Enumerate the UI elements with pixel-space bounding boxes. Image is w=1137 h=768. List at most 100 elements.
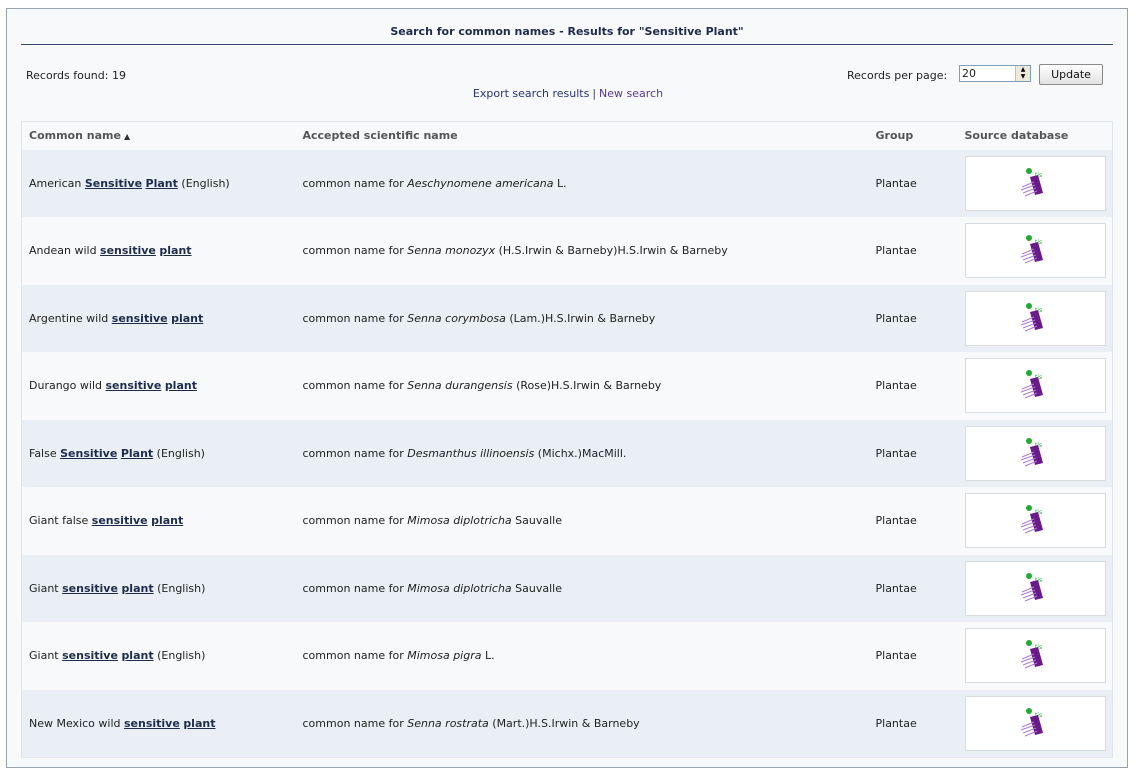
highlight-link-sensitive[interactable]: sensitive	[105, 379, 161, 392]
scientific-name-cell: common name for Desmanthus illinoensis (…	[295, 419, 869, 487]
scientific-name-cell: common name for Mimosa pigra L.	[295, 622, 869, 690]
source-database-logo[interactable]: tis	[964, 493, 1106, 549]
itis-logo-icon: tis	[1018, 165, 1052, 202]
source-database-logo[interactable]: tis	[964, 290, 1106, 346]
column-header-source-database: Source database	[957, 121, 1113, 150]
table-row: Andean wild sensitive plant common name f…	[21, 217, 1113, 285]
source-database-logo[interactable]: tis	[964, 628, 1106, 684]
page-title: Search for common names - Results for "S…	[21, 23, 1113, 45]
scientific-name-binomial: Aeschynomene americana	[407, 176, 554, 190]
scientific-name-prefix: common name for	[302, 649, 408, 663]
highlight-link-plant[interactable]: plant	[121, 649, 153, 662]
common-name-prefix: Giant	[29, 649, 63, 663]
table-header-row: Common name ▲ Accepted scientific name Gr…	[21, 121, 1113, 150]
common-name-suffix: (English)	[153, 649, 206, 663]
group-cell: Plantae	[868, 622, 958, 690]
results-panel: Search for common names - Results for "S…	[6, 8, 1128, 768]
highlight-link-plant[interactable]: plant	[151, 514, 183, 527]
group-cell: Plantae	[868, 554, 958, 622]
itis-logo-icon: tis	[1018, 637, 1052, 674]
spin-down-icon[interactable]: ▼	[1016, 73, 1030, 80]
new-search-link[interactable]: New search	[599, 87, 663, 100]
scientific-name-author: (Rose)H.S.Irwin & Barneby	[512, 379, 662, 393]
source-database-logo[interactable]: tis	[964, 695, 1106, 751]
common-name-cell: Andean wild sensitive plant	[21, 217, 296, 285]
result-links: Export search results | New search	[7, 87, 1129, 100]
highlight-link-sensitive[interactable]: sensitive	[112, 312, 168, 325]
scientific-name-author: (Michx.)MacMill.	[534, 446, 627, 460]
highlight-link-plant[interactable]: Plant	[146, 177, 178, 190]
export-results-link[interactable]: Export search results	[473, 87, 589, 100]
column-header-label[interactable]: Common name	[29, 129, 121, 142]
source-database-cell: tis	[957, 689, 1113, 757]
common-name-prefix: American	[29, 176, 85, 190]
itis-logo-icon: tis	[1018, 570, 1052, 607]
scientific-name-cell: common name for Aeschynomene americana L…	[295, 149, 869, 217]
highlight-link-sensitive[interactable]: sensitive	[62, 649, 118, 662]
itis-logo-icon: tis	[1018, 367, 1052, 404]
highlight-link-plant[interactable]: plant	[121, 582, 153, 595]
table-row: Argentine wild sensitive plant common nam…	[21, 284, 1113, 352]
highlight-link-sensitive[interactable]: Sensitive	[60, 447, 117, 460]
common-name-prefix: New Mexico wild	[29, 716, 124, 730]
source-database-logo[interactable]: tis	[964, 223, 1106, 279]
highlight-link-sensitive[interactable]: sensitive	[100, 244, 156, 257]
scientific-name-prefix: common name for	[302, 446, 408, 460]
highlight-link-sensitive[interactable]: sensitive	[62, 582, 118, 595]
group-cell: Plantae	[868, 284, 958, 352]
scientific-name-author: (Mart.)H.S.Irwin & Barneby	[488, 716, 640, 730]
group-cell: Plantae	[868, 487, 958, 555]
common-name-prefix: Argentine wild	[29, 311, 112, 325]
update-button[interactable]: Update	[1039, 64, 1103, 85]
scientific-name-binomial: Senna durangensis	[407, 379, 513, 393]
table-row: New Mexico wild sensitive plant common na…	[21, 689, 1113, 757]
scientific-name-prefix: common name for	[302, 581, 408, 595]
scientific-name-cell: common name for Senna durangensis (Rose)…	[295, 352, 869, 420]
itis-logo-icon: tis	[1018, 300, 1052, 337]
highlight-link-sensitive[interactable]: sensitive	[124, 717, 180, 730]
group-cell: Plantae	[868, 689, 958, 757]
highlight-link-sensitive[interactable]: sensitive	[92, 514, 148, 527]
itis-logo-icon: tis	[1018, 435, 1052, 472]
highlight-link-plant[interactable]: Plant	[121, 447, 153, 460]
scientific-name-prefix: common name for	[302, 716, 408, 730]
table-row: Giant sensitive plant (English) common na…	[21, 554, 1113, 622]
common-name-suffix: (English)	[153, 581, 206, 595]
common-name-cell: New Mexico wild sensitive plant	[21, 689, 296, 757]
scientific-name-binomial: Desmanthus illinoensis	[407, 446, 535, 460]
column-header-common-name[interactable]: Common name ▲	[21, 121, 296, 150]
scientific-name-cell: common name for Mimosa diplotricha Sauva…	[295, 554, 869, 622]
highlight-link-plant[interactable]: plant	[159, 244, 191, 257]
scientific-name-binomial: Mimosa pigra	[407, 649, 482, 663]
source-database-cell: tis	[957, 352, 1113, 420]
source-database-logo[interactable]: tis	[964, 425, 1106, 481]
common-name-prefix: Andean wild	[29, 244, 101, 258]
common-name-cell: Argentine wild sensitive plant	[21, 284, 296, 352]
source-database-logo[interactable]: tis	[964, 155, 1106, 211]
scientific-name-binomial: Mimosa diplotricha	[407, 514, 512, 528]
spin-up-icon[interactable]: ▲	[1016, 66, 1030, 73]
common-name-cell: Giant sensitive plant (English)	[21, 622, 296, 690]
scientific-name-author: Sauvalle	[511, 514, 562, 528]
table-row: Giant sensitive plant (English) common na…	[21, 622, 1113, 690]
common-name-prefix: False	[29, 446, 61, 460]
highlight-link-plant[interactable]: plant	[165, 379, 197, 392]
scientific-name-author: (H.S.Irwin & Barneby)H.S.Irwin & Barneby	[495, 244, 728, 258]
common-name-cell: Giant false sensitive plant	[21, 487, 296, 555]
common-name-suffix: (English)	[177, 176, 230, 190]
itis-logo-icon: tis	[1018, 705, 1052, 742]
scientific-name-binomial: Mimosa diplotricha	[407, 581, 512, 595]
sort-ascending-icon[interactable]: ▲	[124, 132, 130, 141]
highlight-link-plant[interactable]: plant	[171, 312, 203, 325]
scientific-name-prefix: common name for	[302, 311, 408, 325]
records-per-page-spinner[interactable]: ▲ ▼	[1015, 66, 1030, 81]
records-per-page-value: 20	[962, 67, 976, 80]
source-database-logo[interactable]: tis	[964, 560, 1106, 616]
table-row: False Sensitive Plant (English) common na…	[21, 419, 1113, 487]
source-database-cell: tis	[957, 554, 1113, 622]
group-cell: Plantae	[868, 217, 958, 285]
records-per-page-input[interactable]: 20 ▲ ▼	[959, 65, 1031, 82]
highlight-link-plant[interactable]: plant	[183, 717, 215, 730]
source-database-logo[interactable]: tis	[964, 358, 1106, 414]
highlight-link-sensitive[interactable]: Sensitive	[85, 177, 142, 190]
